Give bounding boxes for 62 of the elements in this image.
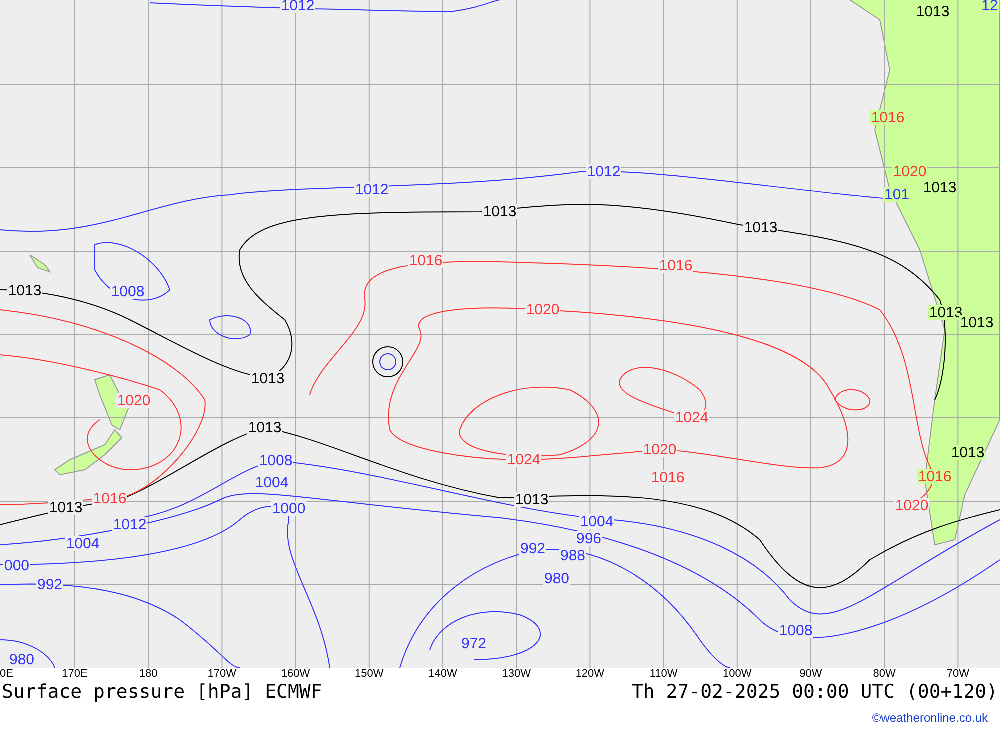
longitude-label: 180 <box>139 668 158 681</box>
isobar-label: 980 <box>543 572 571 586</box>
isobar-label: 988 <box>559 548 587 564</box>
longitude-label: 170W <box>208 668 237 681</box>
chart-title: Surface pressure [hPa] ECMWF <box>2 681 322 703</box>
isobar-label: 1012 <box>280 0 316 14</box>
isobar-label: 1016 <box>92 492 128 506</box>
longitude-label: 120W <box>576 668 605 681</box>
isobar-label: 1020 <box>525 302 561 318</box>
longitude-label: 150W <box>355 668 384 681</box>
longitude-label: 100W <box>723 668 752 681</box>
isobar-label: 1020 <box>894 498 930 514</box>
isobar-label: 1024 <box>506 452 542 468</box>
isobar-label: 1004 <box>65 536 101 552</box>
isobar-label: 1016 <box>408 254 444 268</box>
isobar-label: 1013 <box>915 4 951 20</box>
isobar-label: 000 <box>3 558 31 574</box>
longitude-label: 160W <box>281 668 310 681</box>
longitude-label: 170E <box>62 668 88 681</box>
longitude-label: 0E <box>0 668 14 681</box>
isobar-label: 1013 <box>482 204 518 220</box>
isobar-label: 1012 <box>586 164 622 180</box>
isobar-label: 1024 <box>674 410 710 426</box>
isobar-label: 980 <box>8 652 36 668</box>
isobar-label: 1016 <box>870 110 906 126</box>
isobar-label: 1008 <box>778 624 814 638</box>
isobar-label: 1020 <box>116 394 152 408</box>
credit-link[interactable]: ©weatheronline.co.uk <box>872 711 988 725</box>
isobar-label: 1020 <box>642 442 678 458</box>
isobar-label: 1013 <box>48 500 84 516</box>
isobar-label: 1016 <box>650 470 686 486</box>
isobar-label: 1004 <box>254 476 290 490</box>
isobar-label: 1016 <box>917 470 953 484</box>
longitude-label: 110W <box>650 668 678 681</box>
longitude-label: 70W <box>946 668 970 681</box>
isobar-label: 992 <box>36 578 64 592</box>
isobar-label: 972 <box>460 636 488 652</box>
isobar-label: 1013 <box>7 284 43 298</box>
isobar-label: 1013 <box>950 446 986 460</box>
longitude-label: 140W <box>428 668 458 681</box>
longitude-label: 80W <box>873 668 896 681</box>
isobar-label: 12 <box>980 0 1000 14</box>
isobar-label: 101 <box>883 188 911 202</box>
valid-time: Th 27-02-2025 00:00 UTC (00+120) <box>632 681 998 703</box>
isobar-label: 1004 <box>579 514 615 530</box>
isobar-label: 996 <box>575 532 603 546</box>
longitude-label: 90W <box>800 668 822 681</box>
isobar-label: 1012 <box>354 182 390 198</box>
isobar-label: 1012 <box>112 518 148 532</box>
isobar-label: 1013 <box>250 372 286 386</box>
isobar-label: 1020 <box>892 164 928 180</box>
isobar-label: 1008 <box>110 284 146 300</box>
isobar-label: 1013 <box>959 316 995 330</box>
isobar-label: 1016 <box>658 258 694 274</box>
longitude-label: 130W <box>502 668 531 681</box>
isobar-label: 1013 <box>247 420 283 436</box>
isobar-label: 1013 <box>514 492 550 508</box>
isobar-label: 992 <box>519 542 547 556</box>
isobar-label: 1013 <box>743 220 779 236</box>
isobar-label: 1000 <box>271 502 307 516</box>
isobar-label: 1008 <box>258 454 294 468</box>
isobar-label: 1013 <box>922 180 958 196</box>
